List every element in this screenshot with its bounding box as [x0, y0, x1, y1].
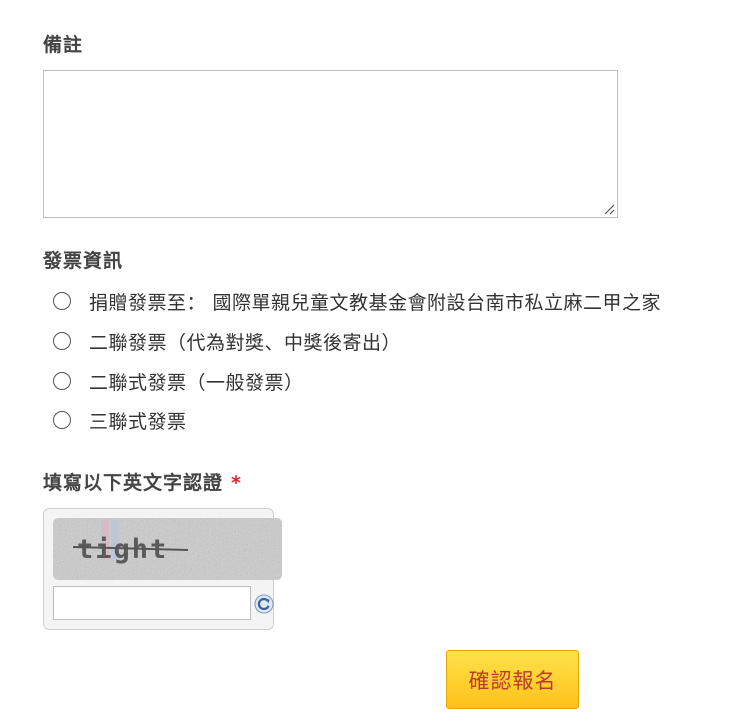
submit-button[interactable]: 確認報名 [446, 650, 579, 709]
invoice-label: 發票資訊 [43, 250, 124, 272]
resize-grip-icon[interactable] [603, 203, 615, 215]
invoice-option-donate[interactable]: 捐贈發票至： 國際單親兒童文教基金會附設台南市私立麻二甲之家 [53, 287, 661, 315]
radio-button[interactable] [53, 292, 71, 310]
invoice-option-duplicate[interactable]: 二聯式發票（一般發票） [53, 367, 304, 395]
notes-textarea[interactable] [43, 70, 618, 218]
invoice-option-label: 二聯式發票（一般發票） [89, 371, 304, 394]
captcha-label-text: 填寫以下英文字認證 [43, 472, 224, 494]
registration-form-page: 備註 發票資訊 捐贈發票至： 國際單親兒童文教基金會附設台南市私立麻二甲之家 二… [0, 0, 740, 725]
radio-button[interactable] [53, 372, 71, 390]
captcha-label: 填寫以下英文字認證 * [43, 468, 242, 495]
captcha-input[interactable] [53, 586, 251, 620]
notes-label: 備註 [43, 34, 84, 56]
captcha-image: tight [53, 518, 282, 580]
invoice-option-label: 捐贈發票至： 國際單親兒童文教基金會附設台南市私立麻二甲之家 [89, 291, 662, 314]
invoice-option-label: 二聯發票（代為對獎、中獎後寄出） [89, 331, 402, 354]
radio-button[interactable] [53, 411, 71, 429]
radio-button[interactable] [53, 332, 71, 350]
invoice-option-duplicate-lottery[interactable]: 二聯發票（代為對獎、中獎後寄出） [53, 327, 401, 355]
refresh-icon[interactable] [254, 594, 274, 614]
invoice-option-triplicate[interactable]: 三聯式發票 [53, 406, 187, 434]
required-marker: * [231, 472, 242, 494]
invoice-option-label: 三聯式發票 [89, 410, 187, 433]
